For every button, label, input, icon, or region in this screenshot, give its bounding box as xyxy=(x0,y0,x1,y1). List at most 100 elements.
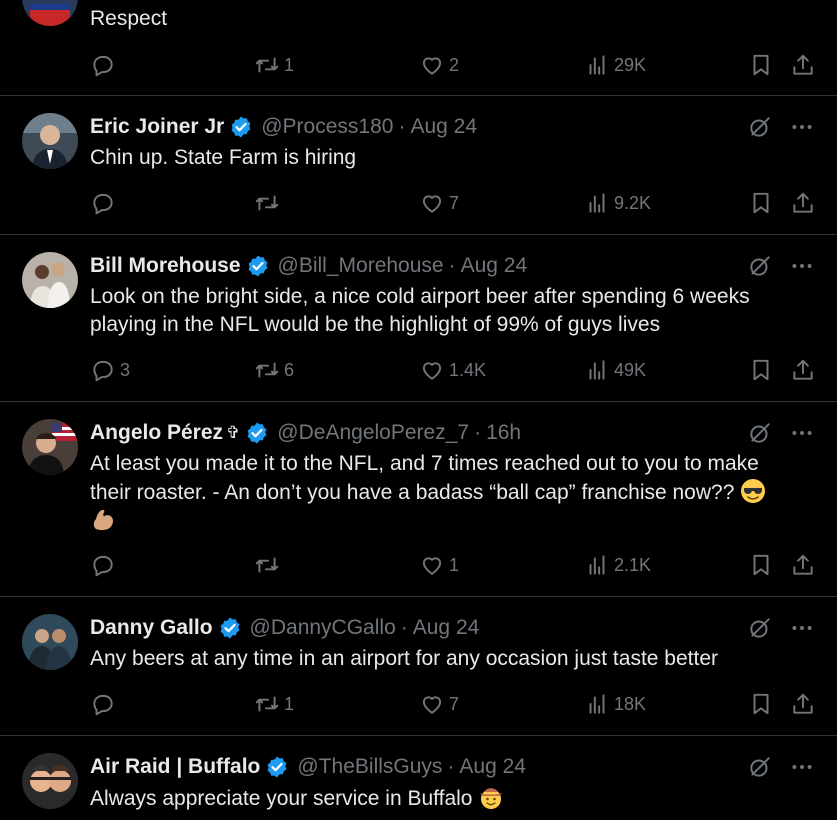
tweet-top-right xyxy=(747,253,815,279)
display-name[interactable]: Angelo Pérez xyxy=(90,421,223,445)
name-emoji: ✞ xyxy=(226,423,241,442)
view-count: 49K xyxy=(614,359,647,380)
tweet[interactable]: Danny Gallo @DannyCGallo · Aug 24 Any be… xyxy=(0,597,837,736)
timestamp[interactable]: Aug 24 xyxy=(461,254,528,278)
user-handle[interactable]: @Bill_Morehouse xyxy=(278,254,444,278)
separator-dot: · xyxy=(474,421,482,444)
grok-icon[interactable] xyxy=(747,754,773,780)
tweet-text-wrap: At least you made it to the NFL, and 7 t… xyxy=(90,450,800,535)
share-button[interactable] xyxy=(790,355,820,385)
like-count: 7 xyxy=(449,192,460,213)
retweet-button[interactable]: 1 xyxy=(254,689,294,719)
heart-icon xyxy=(422,195,442,213)
share-icon xyxy=(793,54,813,75)
timestamp[interactable]: Aug 24 xyxy=(413,616,480,640)
reply-button[interactable] xyxy=(90,188,120,218)
flexed-biceps-emoji-icon xyxy=(90,507,116,533)
tweet-header: Danny Gallo @DannyCGallo · Aug 24 xyxy=(90,614,479,642)
like-button[interactable]: 1.4K xyxy=(419,355,486,385)
user-handle[interactable]: @TheBillsGuys xyxy=(297,755,442,779)
display-name[interactable]: Bill Morehouse xyxy=(90,254,241,278)
like-button[interactable]: 1 xyxy=(419,550,459,580)
like-count: 7 xyxy=(449,693,460,714)
reply-button[interactable] xyxy=(90,50,120,80)
more-options-icon[interactable] xyxy=(789,114,815,140)
verified-badge-icon xyxy=(265,755,289,779)
tweet[interactable]: Angelo Pérez ✞ @DeAngeloPerez_7 · 16h At… xyxy=(0,402,837,597)
bookmark-button[interactable] xyxy=(748,550,778,580)
avatar[interactable] xyxy=(22,753,78,809)
avatar[interactable] xyxy=(22,0,78,26)
more-options-icon[interactable] xyxy=(789,253,815,279)
more-options-icon[interactable] xyxy=(789,754,815,780)
tweet[interactable]: Respect 1 2 29K xyxy=(0,0,837,96)
separator-dot: · xyxy=(448,254,456,277)
timestamp[interactable]: Aug 24 xyxy=(459,755,526,779)
bookmark-button[interactable] xyxy=(748,188,778,218)
avatar[interactable] xyxy=(22,614,78,670)
tweet[interactable]: Air Raid | Buffalo @TheBillsGuys · Aug 2… xyxy=(0,736,837,820)
tweet[interactable]: Eric Joiner Jr @Process180 · Aug 24 Chin… xyxy=(0,96,837,235)
retweet-count: 1 xyxy=(284,693,295,714)
bookmark-button[interactable] xyxy=(748,689,778,719)
tweet-top-right xyxy=(747,754,815,780)
avatar[interactable] xyxy=(22,419,78,475)
tweet-text-wrap: Always appreciate your service in Buffal… xyxy=(90,784,790,813)
views-button[interactable]: 49K xyxy=(584,355,646,385)
share-button[interactable] xyxy=(790,50,820,80)
share-button[interactable] xyxy=(790,550,820,580)
avatar[interactable] xyxy=(22,113,78,169)
grok-icon[interactable] xyxy=(747,420,773,446)
tweet-actions: 1 2 29K xyxy=(90,50,820,80)
retweet-button[interactable] xyxy=(254,188,284,218)
retweet-button[interactable]: 1 xyxy=(254,50,294,80)
like-button[interactable]: 2 xyxy=(419,50,459,80)
verified-badge-icon xyxy=(229,115,253,139)
heart-icon xyxy=(422,362,442,380)
like-count: 2 xyxy=(449,54,460,75)
retweet-button[interactable]: 6 xyxy=(254,355,294,385)
views-button[interactable]: 29K xyxy=(584,50,646,80)
retweet-count: 6 xyxy=(284,359,295,380)
more-options-icon[interactable] xyxy=(789,420,815,446)
view-count: 29K xyxy=(614,54,647,75)
user-handle[interactable]: @DannyCGallo xyxy=(250,616,396,640)
views-button[interactable]: 18K xyxy=(584,689,646,719)
retweet-icon xyxy=(255,57,279,73)
retweet-button[interactable] xyxy=(254,550,284,580)
bookmark-button[interactable] xyxy=(748,355,778,385)
bookmark-icon xyxy=(753,693,769,715)
reply-button[interactable] xyxy=(90,550,120,580)
more-options-icon[interactable] xyxy=(789,615,815,641)
grok-icon[interactable] xyxy=(747,615,773,641)
display-name[interactable]: Air Raid | Buffalo xyxy=(90,755,260,779)
reply-button[interactable]: 3 xyxy=(90,355,130,385)
share-button[interactable] xyxy=(790,689,820,719)
share-icon xyxy=(793,693,813,714)
display-name[interactable]: Danny Gallo xyxy=(90,616,213,640)
bookmark-button[interactable] xyxy=(748,50,778,80)
grok-icon[interactable] xyxy=(747,114,773,140)
tweet-header: Bill Morehouse @Bill_Morehouse · Aug 24 xyxy=(90,252,527,280)
user-handle[interactable]: @DeAngeloPerez_7 xyxy=(277,421,469,445)
timestamp[interactable]: Aug 24 xyxy=(410,115,477,139)
tweet-top-right xyxy=(747,420,815,446)
share-icon xyxy=(793,192,813,213)
user-handle[interactable]: @Process180 xyxy=(261,115,393,139)
views-button[interactable]: 2.1K xyxy=(584,550,651,580)
cowboy-hat-face-emoji-icon xyxy=(478,784,504,810)
like-button[interactable]: 7 xyxy=(419,188,459,218)
reply-button[interactable] xyxy=(90,689,120,719)
separator-dot: · xyxy=(447,755,455,778)
tweet[interactable]: Bill Morehouse @Bill_Morehouse · Aug 24 … xyxy=(0,235,837,402)
heart-icon xyxy=(422,557,442,575)
avatar[interactable] xyxy=(22,252,78,308)
timestamp[interactable]: 16h xyxy=(486,421,521,445)
like-button[interactable]: 7 xyxy=(419,689,459,719)
tweet-text: Any beers at any time in an airport for … xyxy=(90,647,718,670)
views-button[interactable]: 9.2K xyxy=(584,188,651,218)
analytics-icon xyxy=(589,55,605,75)
grok-icon[interactable] xyxy=(747,253,773,279)
display-name[interactable]: Eric Joiner Jr xyxy=(90,115,224,139)
share-button[interactable] xyxy=(790,188,820,218)
